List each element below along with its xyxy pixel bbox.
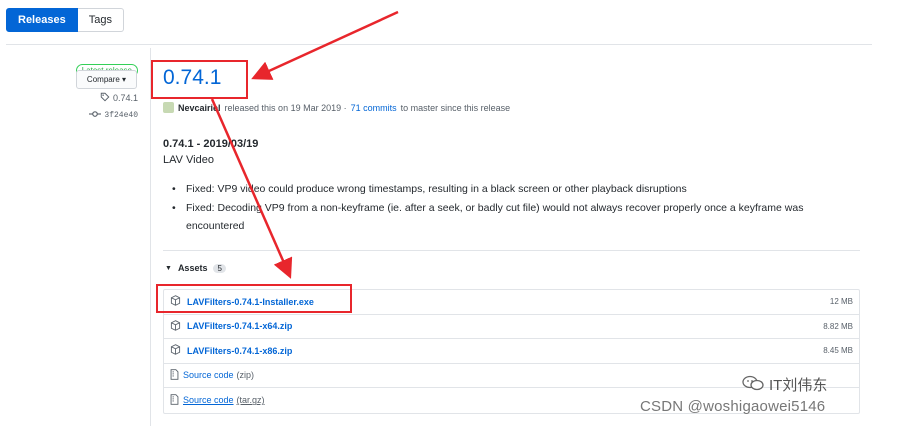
asset-size: 12 MB (829, 297, 853, 307)
source-code-targz-link[interactable]: Source code (183, 395, 234, 405)
watermark-csdn: CSDN @woshigaowei5146 (640, 398, 826, 415)
tag-label: 0.74.1 (112, 93, 138, 103)
asset-row[interactable]: LAVFilters-0.74.1-x64.zip 8.82 MB (164, 315, 859, 339)
annotation-box-version (151, 60, 248, 99)
header-divider (6, 44, 872, 45)
source-ext: (zip) (236, 370, 255, 381)
release-meta: Nevcairiel released this on 19 Mar 2019 … (163, 102, 510, 113)
asset-link[interactable]: LAVFilters-0.74.1-x64.zip (187, 321, 292, 331)
file-zip-icon (170, 368, 179, 382)
asset-size: 8.45 MB (823, 346, 853, 356)
author-link[interactable]: Nevcairiel (178, 103, 221, 113)
tab-releases[interactable]: Releases (6, 8, 78, 32)
notes-divider (163, 250, 860, 251)
commit-link[interactable]: 3f24e40 (89, 110, 138, 121)
commit-icon (89, 110, 102, 121)
released-text: released this on 19 Mar 2019 · (224, 102, 347, 113)
tag-link[interactable]: 0.74.1 (100, 92, 138, 104)
commits-suffix: to master since this release (400, 102, 511, 113)
wechat-icon (742, 375, 764, 395)
avatar[interactable] (163, 102, 174, 113)
package-icon (170, 344, 181, 357)
annotation-box-installer (156, 284, 352, 313)
caret-down-icon: ▼ (165, 264, 172, 272)
asset-row[interactable]: LAVFilters-0.74.1-x86.zip 8.45 MB (164, 339, 859, 364)
brand-text: IT刘伟东 (769, 377, 828, 394)
asset-size: 8.82 MB (823, 321, 853, 331)
source-code-zip-link[interactable]: Source code (183, 370, 234, 380)
sidebar-divider (150, 48, 151, 426)
list-item: Fixed: VP9 video could produce wrong tim… (172, 180, 862, 198)
list-item: Fixed: Decoding VP9 from a non-keyframe … (172, 199, 862, 235)
commit-hash: 3f24e40 (104, 111, 138, 120)
compare-button[interactable]: Compare ▾ (76, 70, 137, 89)
tag-icon (100, 92, 110, 104)
release-tabs: Releases Tags (6, 8, 124, 32)
commits-link[interactable]: 71 commits (351, 103, 397, 113)
tab-tags[interactable]: Tags (77, 8, 124, 32)
assets-label: Assets (177, 263, 208, 273)
package-icon (170, 319, 181, 333)
file-zip-icon (170, 393, 179, 407)
release-notes-subtitle: LAV Video (163, 154, 214, 166)
source-ext: (tar.gz) (236, 395, 265, 406)
assets-count: 5 (213, 263, 226, 273)
assets-toggle[interactable]: ▼ Assets 5 (165, 263, 226, 273)
release-notes-list: Fixed: VP9 video could produce wrong tim… (172, 180, 862, 236)
asset-link[interactable]: LAVFilters-0.74.1-x86.zip (187, 346, 292, 356)
release-notes-heading: 0.74.1 - 2019/03/19 (163, 138, 259, 150)
watermark-brand: IT刘伟东 (742, 374, 827, 395)
